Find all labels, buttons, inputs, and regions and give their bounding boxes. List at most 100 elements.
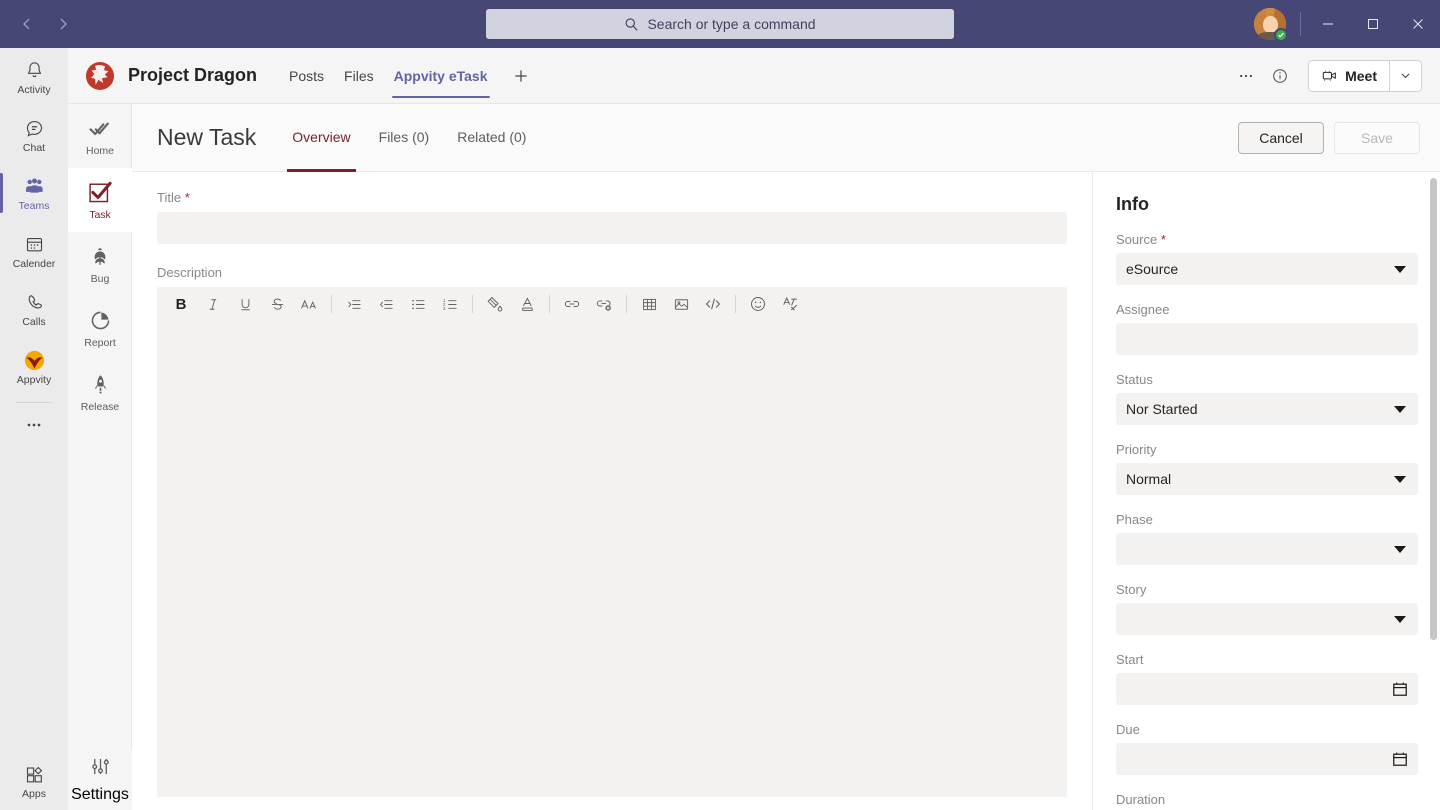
subnav-item-label: Release [81, 401, 120, 413]
sidebar-item-calender[interactable]: Calender [0, 222, 68, 280]
forward-button[interactable] [48, 9, 78, 39]
more-horizontal-icon[interactable] [0, 405, 68, 445]
sidebar-item-chat[interactable]: Chat [0, 106, 68, 164]
tab-appvity-etask[interactable]: Appvity eTask [384, 48, 498, 104]
source-dropdown[interactable]: eSource [1116, 253, 1418, 285]
subnav-item-task[interactable]: Task [68, 168, 132, 232]
strikethrough-icon[interactable] [263, 291, 291, 317]
assignee-input[interactable] [1116, 323, 1418, 355]
rail-bottom-group: Apps [0, 752, 68, 810]
rail-divider [16, 402, 52, 403]
increase-indent-icon[interactable] [340, 291, 368, 317]
numbered-list-icon[interactable]: 123 [436, 291, 464, 317]
cancel-button[interactable]: Cancel [1238, 122, 1324, 154]
back-button[interactable] [12, 9, 42, 39]
toolbar-separator [626, 295, 627, 313]
phone-icon [24, 290, 45, 314]
chevron-down-icon[interactable] [1389, 60, 1421, 92]
presence-available-icon [1274, 28, 1288, 42]
field-start: Start [1116, 652, 1418, 705]
navigation-arrows [12, 9, 78, 39]
sidebar-item-activity[interactable]: Activity [0, 48, 68, 106]
start-date-picker[interactable] [1116, 673, 1418, 705]
decrease-indent-icon[interactable] [372, 291, 400, 317]
link-icon[interactable] [558, 291, 586, 317]
window-controls-group [1254, 0, 1440, 48]
underline-icon[interactable] [231, 291, 259, 317]
subnav-item-home[interactable]: Home [68, 104, 132, 168]
clear-formatting-icon[interactable] [776, 291, 804, 317]
meet-button[interactable]: Meet [1309, 60, 1389, 92]
close-button[interactable] [1395, 0, 1440, 48]
toolbar-separator [735, 295, 736, 313]
story-dropdown[interactable] [1116, 603, 1418, 635]
remove-link-icon[interactable] [590, 291, 618, 317]
description-input[interactable] [157, 321, 1067, 797]
bold-icon[interactable]: B [167, 291, 195, 317]
subnav-item-label: Home [86, 145, 114, 157]
chevron-down-icon [1394, 546, 1406, 553]
subnav-item-label: Report [84, 337, 116, 349]
italic-icon[interactable] [199, 291, 227, 317]
app-subnav: Home Task Bug Report [68, 104, 132, 810]
chevron-down-icon [1394, 266, 1406, 273]
avatar[interactable] [1254, 8, 1286, 40]
sliders-icon [89, 755, 112, 783]
tab-posts[interactable]: Posts [279, 48, 334, 104]
phase-dropdown[interactable] [1116, 533, 1418, 565]
title-bar: Search or type a command [0, 0, 1440, 48]
emoji-icon[interactable] [744, 291, 772, 317]
info-circle-icon[interactable] [1264, 60, 1296, 92]
field-source: Source * eSource [1116, 232, 1418, 285]
sidebar-item-appvity[interactable]: Appvity [0, 338, 68, 396]
subnav-item-report[interactable]: Report [68, 296, 132, 360]
maximize-button[interactable] [1350, 0, 1395, 48]
chevron-down-icon [1394, 476, 1406, 483]
subnav-item-bug[interactable]: Bug [68, 232, 132, 296]
required-asterisk: * [1161, 232, 1166, 247]
tab-overview[interactable]: Overview [278, 104, 364, 172]
rocket-icon [89, 372, 112, 398]
sidebar-item-calls[interactable]: Calls [0, 280, 68, 338]
channel-header: Project Dragon Posts Files Appvity eTask… [68, 48, 1440, 104]
calendar-icon [1392, 751, 1408, 767]
tab-related[interactable]: Related (0) [443, 104, 540, 172]
sidebar-item-apps[interactable]: Apps [0, 752, 68, 810]
field-label-start: Start [1116, 652, 1418, 667]
priority-value: Normal [1126, 471, 1394, 487]
tab-files[interactable]: Files [334, 48, 384, 104]
toolbar-separator [331, 295, 332, 313]
calendar-icon [1392, 681, 1408, 697]
save-button[interactable]: Save [1334, 122, 1420, 154]
chevron-down-icon [1394, 616, 1406, 623]
due-date-picker[interactable] [1116, 743, 1418, 775]
search-input[interactable]: Search or type a command [486, 9, 954, 39]
status-dropdown[interactable]: Nor Started [1116, 393, 1418, 425]
table-icon[interactable] [635, 291, 663, 317]
plus-icon[interactable] [506, 61, 536, 91]
description-field-label: Description [157, 265, 1092, 280]
priority-dropdown[interactable]: Normal [1116, 463, 1418, 495]
highlight-color-icon[interactable] [481, 291, 509, 317]
info-panel-scrollbar[interactable] [1430, 178, 1437, 640]
field-label-due: Due [1116, 722, 1418, 737]
bulleted-list-icon[interactable] [404, 291, 432, 317]
image-icon[interactable] [667, 291, 695, 317]
search-icon [624, 17, 639, 32]
code-icon[interactable] [699, 291, 727, 317]
minimize-button[interactable] [1305, 0, 1350, 48]
calendar-icon [24, 232, 45, 256]
title-input[interactable] [157, 212, 1067, 244]
field-status: Status Nor Started [1116, 372, 1418, 425]
sidebar-item-teams[interactable]: Teams [0, 164, 68, 222]
subnav-item-settings[interactable]: Settings [68, 748, 132, 810]
sidebar-item-label: Teams [19, 200, 50, 212]
pie-chart-icon [89, 308, 112, 334]
more-horizontal-icon[interactable] [1230, 60, 1262, 92]
font-size-icon[interactable] [295, 291, 323, 317]
font-color-icon[interactable] [513, 291, 541, 317]
subnav-item-release[interactable]: Release [68, 360, 132, 424]
tab-files[interactable]: Files (0) [365, 104, 444, 172]
subnav-item-label: Task [89, 209, 111, 221]
bug-icon [88, 244, 112, 270]
